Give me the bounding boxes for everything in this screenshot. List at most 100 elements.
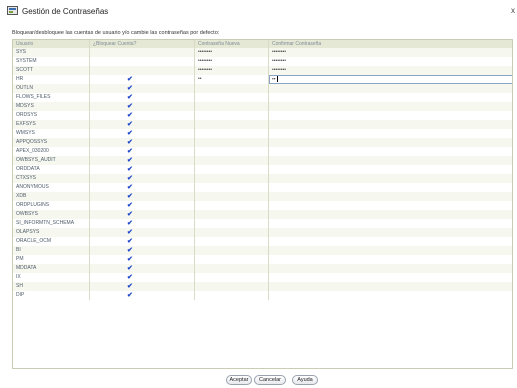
table-row[interactable]: SCOTT •••••••• •••••••• (13, 66, 512, 75)
new-password-field[interactable] (195, 291, 269, 300)
new-password-field[interactable] (195, 228, 269, 237)
confirm-password-active-input[interactable]: •• (269, 75, 512, 84)
confirm-password-field[interactable] (269, 255, 512, 264)
table-row[interactable]: MDSYS ✔ (13, 102, 512, 111)
table-row[interactable]: MDDATA ✔ (13, 264, 512, 273)
column-header-user[interactable]: Usuario (13, 40, 90, 48)
column-header-lock[interactable]: ¿Bloquear Cuenta? (90, 40, 195, 48)
lock-account-checkbox[interactable]: ✔ (90, 147, 195, 156)
lock-account-checkbox[interactable]: ✔ (90, 255, 195, 264)
new-password-field[interactable]: •••••••• (195, 57, 269, 66)
confirm-password-field[interactable] (269, 192, 512, 201)
confirm-password-field[interactable] (269, 120, 512, 129)
table-row[interactable]: SYS •••••••• •••••••• (13, 48, 512, 57)
table-row[interactable]: SH ✔ (13, 282, 512, 291)
table-row[interactable]: OUTLN ✔ (13, 84, 512, 93)
confirm-password-field[interactable] (269, 282, 512, 291)
new-password-field[interactable] (195, 237, 269, 246)
lock-account-checkbox[interactable]: ✔ (90, 84, 195, 93)
new-password-field[interactable] (195, 246, 269, 255)
table-row[interactable]: XDB ✔ (13, 192, 512, 201)
table-row[interactable]: APEX_030200 ✔ (13, 147, 512, 156)
new-password-field[interactable] (195, 273, 269, 282)
confirm-password-field[interactable] (269, 183, 512, 192)
lock-account-checkbox[interactable]: ✔ (90, 219, 195, 228)
confirm-password-field[interactable]: •• (269, 75, 512, 84)
table-row[interactable]: OWBSYS ✔ (13, 210, 512, 219)
confirm-password-field[interactable]: •••••••• (269, 66, 512, 75)
lock-account-checkbox[interactable]: ✔ (90, 246, 195, 255)
column-header-new-password[interactable]: Contraseña Nueva (195, 40, 269, 48)
lock-account-checkbox[interactable]: ✔ (90, 183, 195, 192)
new-password-field[interactable]: •• (195, 75, 269, 84)
lock-account-checkbox[interactable]: ✔ (90, 129, 195, 138)
lock-account-checkbox[interactable] (90, 57, 195, 66)
confirm-password-field[interactable] (269, 138, 512, 147)
confirm-password-field[interactable] (269, 111, 512, 120)
confirm-password-field[interactable] (269, 246, 512, 255)
lock-account-checkbox[interactable]: ✔ (90, 237, 195, 246)
table-row[interactable]: ORDSYS ✔ (13, 111, 512, 120)
lock-account-checkbox[interactable]: ✔ (90, 102, 195, 111)
close-icon[interactable]: x (511, 6, 515, 15)
new-password-field[interactable] (195, 255, 269, 264)
new-password-field[interactable] (195, 129, 269, 138)
lock-account-checkbox[interactable]: ✔ (90, 165, 195, 174)
lock-account-checkbox[interactable]: ✔ (90, 75, 195, 84)
lock-account-checkbox[interactable]: ✔ (90, 93, 195, 102)
new-password-field[interactable] (195, 282, 269, 291)
lock-account-checkbox[interactable]: ✔ (90, 156, 195, 165)
confirm-password-field[interactable] (269, 129, 512, 138)
table-row[interactable]: DIP ✔ (13, 291, 512, 300)
help-button[interactable]: Ayuda (292, 375, 318, 385)
table-row[interactable]: ORDDATA ✔ (13, 165, 512, 174)
confirm-password-field[interactable] (269, 228, 512, 237)
lock-account-checkbox[interactable] (90, 48, 195, 57)
lock-account-checkbox[interactable]: ✔ (90, 291, 195, 300)
lock-account-checkbox[interactable]: ✔ (90, 201, 195, 210)
new-password-field[interactable] (195, 210, 269, 219)
confirm-password-field[interactable] (269, 291, 512, 300)
new-password-field[interactable]: •••••••• (195, 66, 269, 75)
table-row[interactable]: SYSTEM •••••••• •••••••• (13, 57, 512, 66)
table-row[interactable]: ORACLE_OCM ✔ (13, 237, 512, 246)
lock-account-checkbox[interactable]: ✔ (90, 282, 195, 291)
new-password-field[interactable] (195, 219, 269, 228)
confirm-password-field[interactable] (269, 147, 512, 156)
new-password-field[interactable] (195, 183, 269, 192)
confirm-password-field[interactable] (269, 201, 512, 210)
new-password-field[interactable] (195, 138, 269, 147)
table-row[interactable]: OWBSYS_AUDIT ✔ (13, 156, 512, 165)
table-row[interactable]: ORDPLUGINS ✔ (13, 201, 512, 210)
table-row[interactable]: CTXSYS ✔ (13, 174, 512, 183)
new-password-field[interactable] (195, 102, 269, 111)
confirm-password-field[interactable] (269, 219, 512, 228)
new-password-field[interactable] (195, 201, 269, 210)
lock-account-checkbox[interactable]: ✔ (90, 174, 195, 183)
lock-account-checkbox[interactable]: ✔ (90, 138, 195, 147)
new-password-field[interactable] (195, 165, 269, 174)
table-row[interactable]: SI_INFORMTN_SCHEMA ✔ (13, 219, 512, 228)
confirm-password-field[interactable] (269, 102, 512, 111)
lock-account-checkbox[interactable]: ✔ (90, 264, 195, 273)
table-row[interactable]: APPQOSSYS ✔ (13, 138, 512, 147)
table-row[interactable]: IX ✔ (13, 273, 512, 282)
new-password-field[interactable] (195, 156, 269, 165)
new-password-field[interactable] (195, 120, 269, 129)
confirm-password-field[interactable] (269, 273, 512, 282)
confirm-password-field[interactable] (269, 264, 512, 273)
lock-account-checkbox[interactable]: ✔ (90, 111, 195, 120)
table-row[interactable]: FLOWS_FILES ✔ (13, 93, 512, 102)
lock-account-checkbox[interactable]: ✔ (90, 192, 195, 201)
table-row[interactable]: HR ✔ •• •• (13, 75, 512, 84)
new-password-field[interactable] (195, 93, 269, 102)
column-header-confirm-password[interactable]: Confirmar Contraseña (269, 40, 512, 48)
confirm-password-field[interactable] (269, 237, 512, 246)
accept-button[interactable]: Aceptar (226, 375, 252, 385)
confirm-password-field[interactable] (269, 93, 512, 102)
new-password-field[interactable] (195, 174, 269, 183)
new-password-field[interactable] (195, 84, 269, 93)
new-password-field[interactable] (195, 264, 269, 273)
cancel-button[interactable]: Cancelar (254, 375, 286, 385)
confirm-password-field[interactable]: •••••••• (269, 57, 512, 66)
